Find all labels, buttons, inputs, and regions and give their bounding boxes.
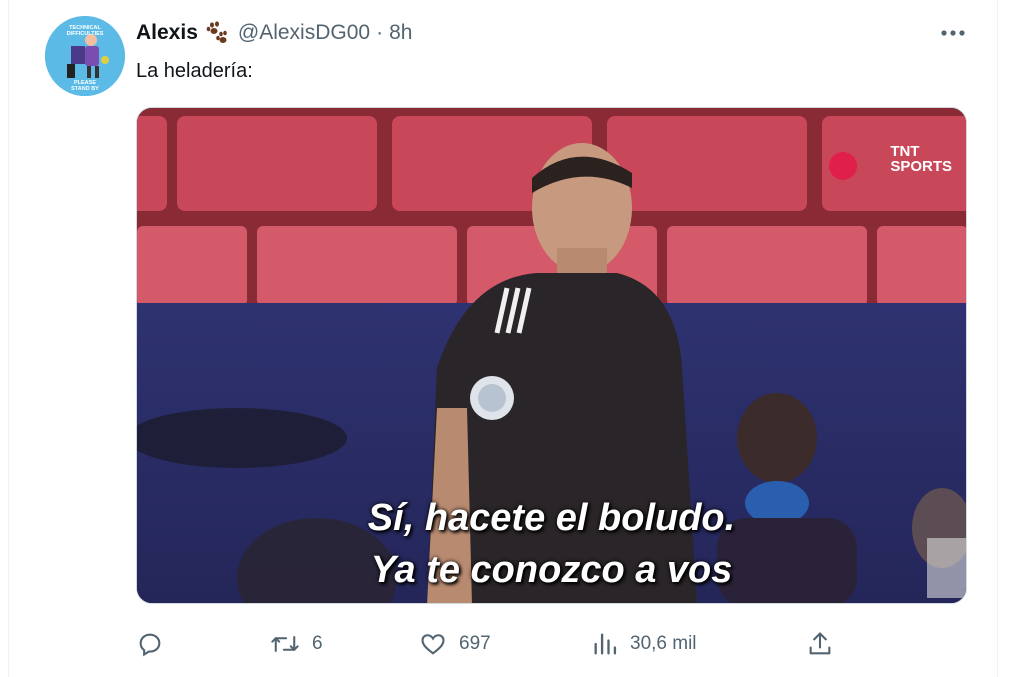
- tweet-actions: 6 697 30,6 mil: [136, 626, 967, 662]
- avatar[interactable]: TECHNICAL DIFFICULTIES PLEASE STAND BY: [45, 16, 125, 96]
- reply-button[interactable]: [136, 626, 176, 662]
- separator-dot: ·: [376, 21, 384, 44]
- caption-line-2: Ya te conozco a vos: [370, 549, 733, 591]
- avatar-text-2: DIFFICULTIES: [67, 31, 104, 37]
- paw-prints-icon: [204, 20, 230, 46]
- tnt-sports-logo: TNT SPORTS: [890, 144, 952, 174]
- views-button[interactable]: 30,6 mil: [592, 626, 697, 662]
- avatar-image: TECHNICAL DIFFICULTIES PLEASE STAND BY: [45, 16, 125, 96]
- share-button[interactable]: [806, 626, 834, 662]
- tweet-text: La heladería:: [136, 60, 253, 82]
- reply-icon: [139, 633, 161, 657]
- logo-line-2: SPORTS: [890, 158, 952, 175]
- like-count: 697: [459, 633, 491, 654]
- caption-line-1: Sí, hacete el boludo.: [367, 497, 736, 539]
- retweet-icon: [271, 636, 299, 652]
- view-count: 30,6 mil: [630, 633, 697, 654]
- avatar-text-4: STAND BY: [71, 86, 99, 92]
- heart-icon: [421, 634, 445, 655]
- more-horizontal-icon: [941, 30, 965, 36]
- author-handle[interactable]: @AlexisDG00: [238, 19, 370, 47]
- retweet-button[interactable]: 6: [270, 626, 323, 662]
- bar-chart-icon: [594, 633, 617, 655]
- retweet-count: 6: [312, 633, 323, 654]
- more-options-button[interactable]: [936, 22, 970, 44]
- share-icon: [809, 632, 831, 655]
- like-button[interactable]: 697: [419, 626, 491, 662]
- author-name[interactable]: Alexis: [136, 19, 198, 47]
- logo-line-1: TNT: [890, 143, 920, 160]
- timestamp[interactable]: 8h: [389, 19, 412, 47]
- tweet-media[interactable]: TNT SPORTS Sí, hacete el boludo. Ya te c…: [136, 107, 967, 604]
- tweet-header: Alexis @AlexisDG00 · 8h: [136, 19, 412, 47]
